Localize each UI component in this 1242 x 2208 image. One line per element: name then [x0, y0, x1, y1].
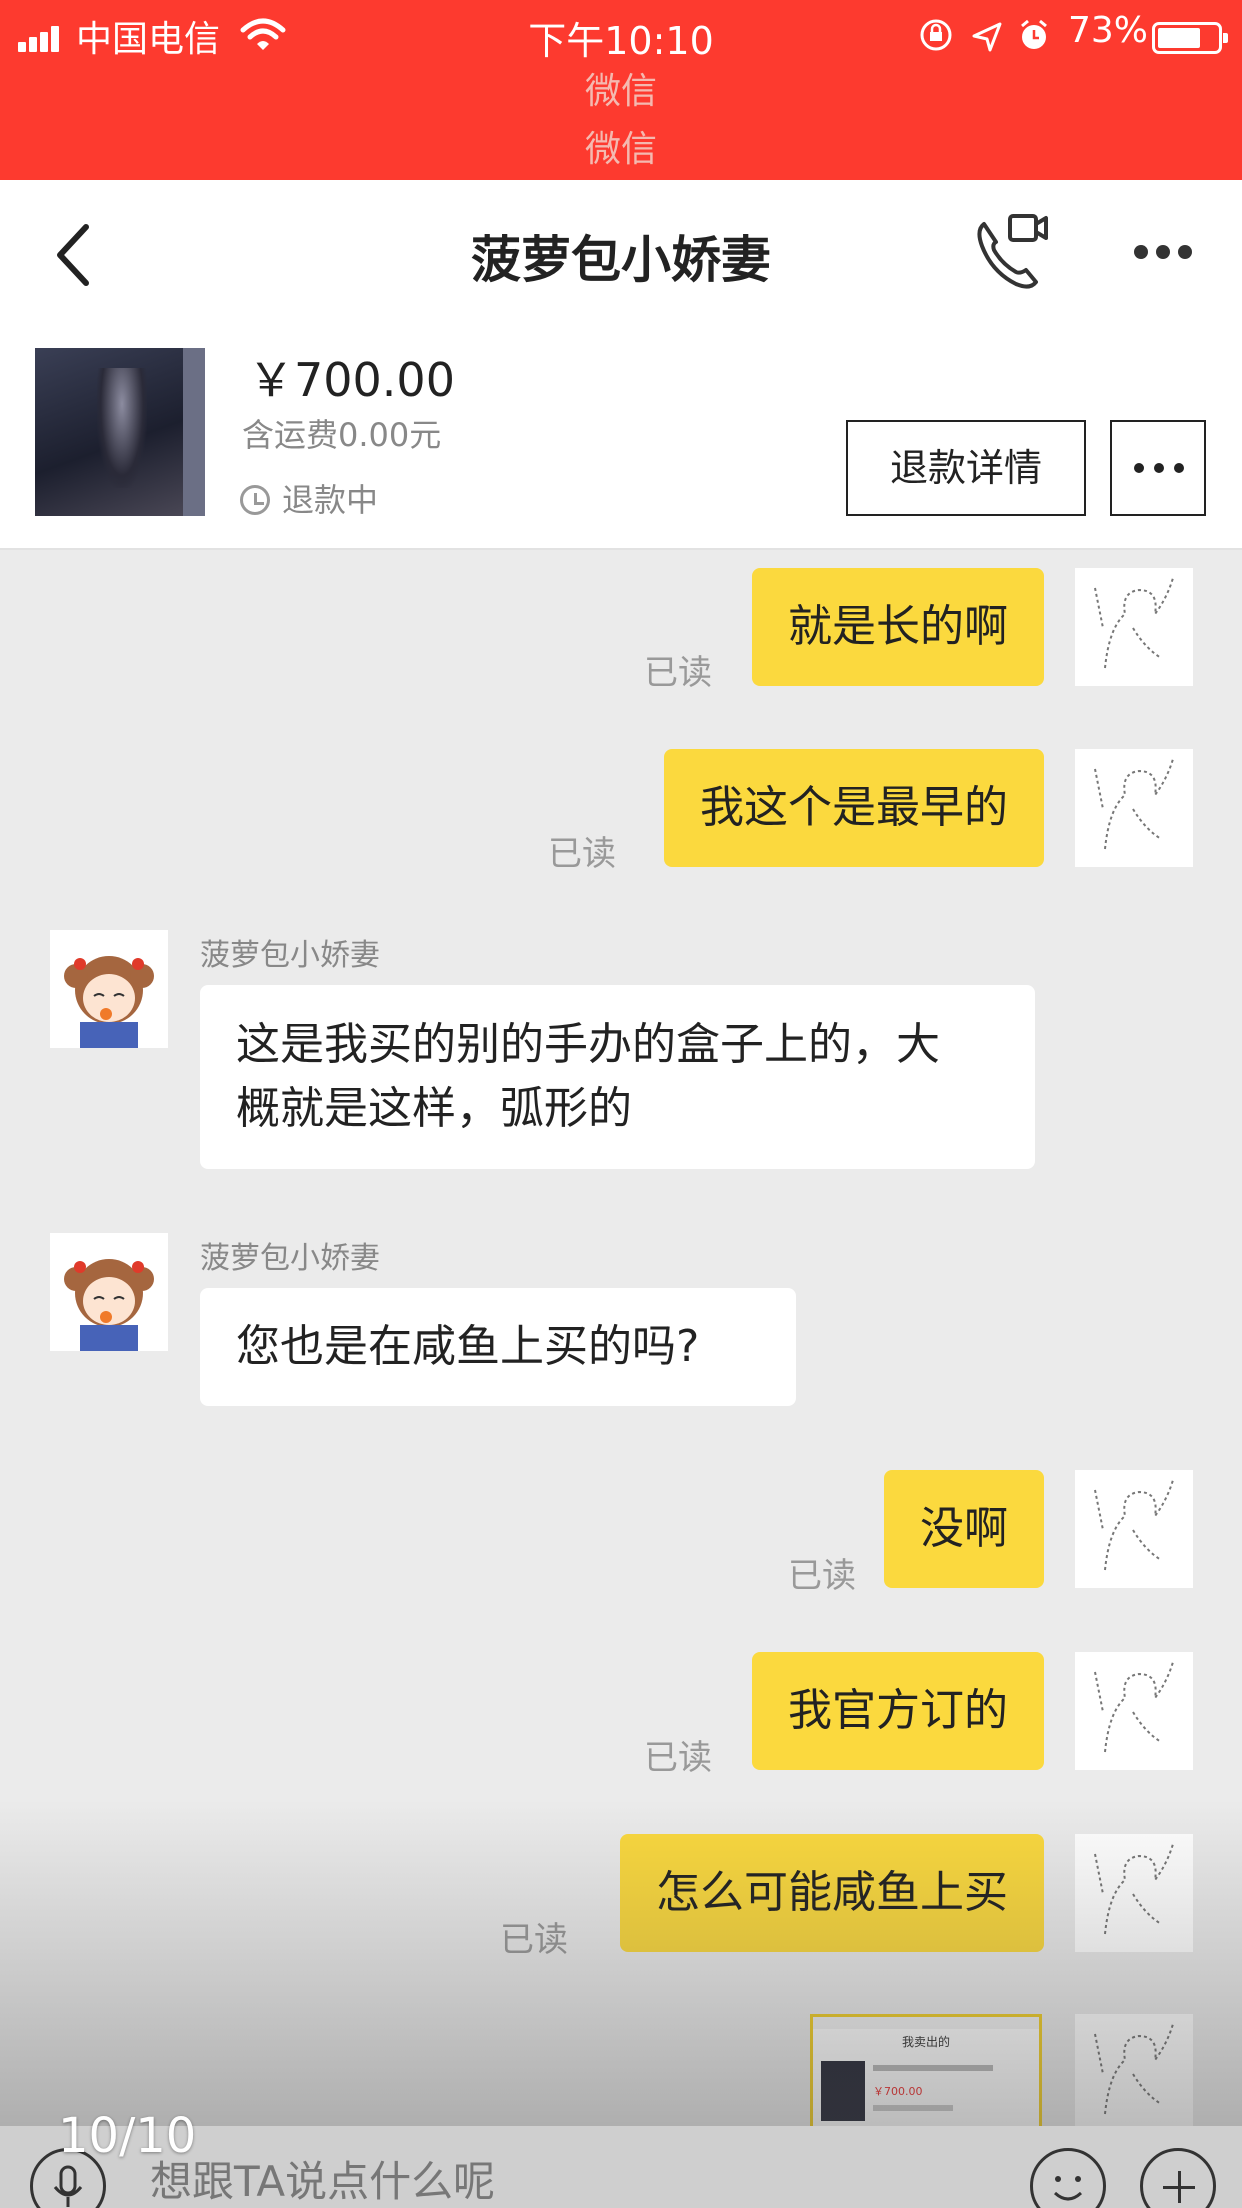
message-line: 概就是这样，弧形的: [236, 1083, 632, 1134]
sent-screenshot-image[interactable]: 我卖出的 ￥700.00: [810, 2014, 1042, 2134]
add-attachment-button[interactable]: [1140, 2148, 1216, 2208]
message-input[interactable]: 想跟TA说点什么呢: [150, 2148, 495, 2208]
product-thumbnail[interactable]: [35, 348, 205, 516]
my-avatar[interactable]: [1075, 1652, 1193, 1770]
chat-title: 菠萝包小娇妻: [471, 231, 771, 289]
contact-message-bubble[interactable]: 这是我买的别的手办的盒子上的，大 概就是这样，弧形的: [200, 985, 1035, 1169]
alarm-icon: [1021, 19, 1047, 49]
return-to-app-label[interactable]: 微信: [0, 62, 1242, 114]
image-page-counter: 10/10: [58, 2108, 197, 2164]
battery-icon: [1152, 22, 1228, 54]
my-avatar[interactable]: [1075, 2014, 1193, 2126]
my-avatar[interactable]: [1075, 1834, 1193, 1952]
sender-name: 菠萝包小娇妻: [200, 1241, 380, 1276]
product-price: ￥700.00: [248, 353, 455, 407]
my-avatar[interactable]: [1075, 1470, 1193, 1588]
contact-avatar[interactable]: [50, 1233, 168, 1351]
read-receipt: 已读: [644, 653, 712, 693]
emoji-icon[interactable]: [1030, 2148, 1106, 2208]
read-receipt: 已读: [500, 1920, 568, 1960]
video-call-button[interactable]: [970, 210, 1050, 290]
my-message-bubble[interactable]: 我这个是最早的: [664, 749, 1044, 867]
my-message-bubble[interactable]: 我官方订的: [752, 1652, 1044, 1770]
read-receipt: 已读: [548, 834, 616, 874]
more-options-icon[interactable]: [1130, 235, 1200, 265]
battery-percentage: 73%: [1068, 10, 1149, 51]
shipping-fee: 含运费0.00元: [242, 416, 442, 454]
screenshot-price: ￥700.00: [873, 2085, 923, 2098]
lock-rotation-icon: [920, 19, 952, 51]
chat-header: 菠萝包小娇妻: [0, 180, 1242, 330]
my-avatar[interactable]: [1075, 749, 1193, 867]
location-icon: [972, 22, 1002, 52]
return-to-app-label-2[interactable]: 微信: [0, 120, 1242, 172]
my-message-bubble[interactable]: 就是长的啊: [752, 568, 1044, 686]
read-receipt: 已读: [788, 1556, 856, 1596]
contact-message-bubble[interactable]: 您也是在咸鱼上买的吗?: [200, 1288, 796, 1406]
status-icons: [920, 19, 1047, 52]
product-more-button[interactable]: [1110, 420, 1206, 516]
contact-avatar[interactable]: [50, 930, 168, 1048]
my-message-bubble[interactable]: 怎么可能咸鱼上买: [620, 1834, 1044, 1952]
order-status-text: 退款中: [282, 481, 379, 519]
screenshot-title: 我卖出的: [901, 2035, 950, 2049]
message-line: 这是我买的别的手办的盒子上的，大: [236, 1019, 940, 1070]
my-message-bubble[interactable]: 没啊: [884, 1470, 1044, 1588]
read-receipt: 已读: [644, 1738, 712, 1778]
sender-name: 菠萝包小娇妻: [200, 938, 380, 973]
my-avatar[interactable]: [1075, 568, 1193, 686]
clock-icon: [240, 485, 270, 515]
refund-details-button[interactable]: 退款详情: [846, 420, 1086, 516]
order-status: 退款中: [240, 475, 378, 521]
status-bar: 中国电信 下午10:10 73% 微信 微信: [0, 0, 1242, 180]
product-card: ￥700.00 含运费0.00元 退款中 退款详情: [0, 330, 1242, 550]
